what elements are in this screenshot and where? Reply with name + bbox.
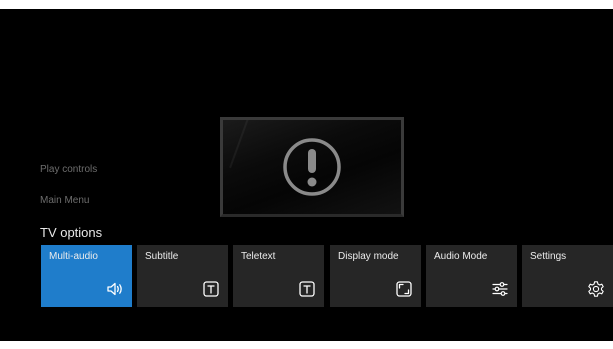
option-subtitle[interactable]: Subtitle <box>137 245 228 307</box>
text-box-icon <box>202 280 220 298</box>
exclamation-circle-icon <box>282 137 342 197</box>
option-label: Settings <box>530 251 567 262</box>
option-display-mode[interactable]: Display mode <box>330 245 421 307</box>
no-signal-preview <box>220 117 404 217</box>
main-menu-link[interactable]: Main Menu <box>40 195 89 206</box>
option-teletext[interactable]: Teletext <box>233 245 324 307</box>
bottom-bezel <box>0 341 613 349</box>
option-label: Audio Mode <box>434 251 488 262</box>
panel-title: TV options <box>40 225 103 240</box>
text-box-icon <box>298 280 316 298</box>
play-controls-link[interactable]: Play controls <box>40 164 97 175</box>
option-label: Display mode <box>338 251 399 262</box>
option-label: Subtitle <box>145 251 179 262</box>
option-label: Multi-audio <box>49 251 98 262</box>
aspect-ratio-icon <box>395 280 413 298</box>
equalizer-icon <box>491 280 509 298</box>
top-bezel <box>0 0 613 9</box>
option-multi-audio[interactable]: Multi-audio <box>41 245 132 307</box>
tv-screen: Play controls Main Menu TV options Multi… <box>0 0 613 349</box>
option-settings[interactable]: Settings <box>522 245 613 307</box>
speaker-icon <box>106 280 124 298</box>
tv-options-row: Multi-audio Subtitle Teletext Display mo… <box>41 245 613 307</box>
option-audio-mode[interactable]: Audio Mode <box>426 245 517 307</box>
gear-icon <box>587 280 605 298</box>
option-label: Teletext <box>241 251 276 262</box>
